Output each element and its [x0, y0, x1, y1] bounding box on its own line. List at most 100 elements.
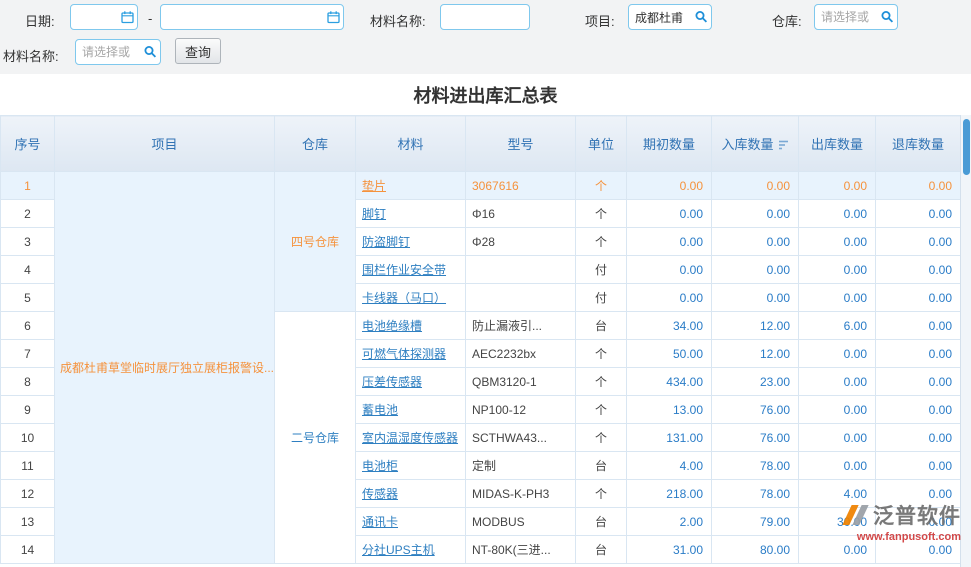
opening-qty-cell: 0.00 — [627, 256, 712, 284]
opening-qty-cell: 2.00 — [627, 508, 712, 536]
unit-cell: 个 — [576, 228, 627, 256]
model-cell — [466, 284, 576, 312]
model-cell: QBM3120-1 — [466, 368, 576, 396]
material-link[interactable]: 电池绝缘槽 — [362, 319, 422, 333]
material-link[interactable]: 传感器 — [362, 487, 398, 501]
opening-qty-cell: 50.00 — [627, 340, 712, 368]
date-start-wrap — [70, 4, 138, 30]
row-seq: 9 — [1, 396, 55, 424]
opening-qty-cell: 218.00 — [627, 480, 712, 508]
material-link[interactable]: 压差传感器 — [362, 375, 422, 389]
material-cell: 通讯卡 — [356, 508, 466, 536]
model-cell — [466, 256, 576, 284]
model-cell: NT-80K(三进... — [466, 536, 576, 564]
scrollbar-thumb[interactable] — [963, 119, 970, 175]
header-unit[interactable]: 单位 — [576, 116, 627, 172]
returned-qty-cell: 0.00 — [876, 340, 961, 368]
outbound-qty-cell: 0.00 — [799, 536, 876, 564]
header-model[interactable]: 型号 — [466, 116, 576, 172]
inbound-qty-cell: 23.00 — [712, 368, 799, 396]
row-seq: 10 — [1, 424, 55, 452]
model-cell: SCTHWA43... — [466, 424, 576, 452]
calendar-icon[interactable] — [326, 10, 341, 25]
material-cell: 脚钉 — [356, 200, 466, 228]
material-name-input[interactable] — [440, 4, 530, 30]
vertical-scrollbar[interactable] — [960, 115, 971, 567]
unit-cell: 个 — [576, 200, 627, 228]
warehouse-select-wrap — [814, 4, 898, 30]
material-link[interactable]: 防盗脚钉 — [362, 235, 410, 249]
material-cell: 压差传感器 — [356, 368, 466, 396]
header-project[interactable]: 项目 — [55, 116, 275, 172]
opening-qty-cell: 34.00 — [627, 312, 712, 340]
unit-cell: 台 — [576, 312, 627, 340]
date-label: 日期: — [25, 11, 55, 30]
inbound-qty-cell: 0.00 — [712, 172, 799, 200]
opening-qty-cell: 13.00 — [627, 396, 712, 424]
row-seq: 8 — [1, 368, 55, 396]
sort-icon[interactable] — [778, 138, 789, 153]
material-link[interactable]: 电池柜 — [362, 459, 398, 473]
header-returned-qty[interactable]: 退库数量 — [876, 116, 961, 172]
table-body: 1成都杜甫草堂临时展厅独立展柜报警设...四号仓库垫片3067616个0.000… — [1, 172, 961, 564]
search-icon[interactable] — [880, 10, 895, 25]
returned-qty-cell: 0.00 — [876, 200, 961, 228]
outbound-qty-cell: 0.00 — [799, 200, 876, 228]
header-opening-qty[interactable]: 期初数量 — [627, 116, 712, 172]
outbound-qty-cell: 0.00 — [799, 340, 876, 368]
material-link[interactable]: 可燃气体探测器 — [362, 347, 446, 361]
material-cell: 卡线器（马口） — [356, 284, 466, 312]
header-material[interactable]: 材料 — [356, 116, 466, 172]
material-cell: 电池柜 — [356, 452, 466, 480]
header-outbound-qty[interactable]: 出库数量 — [799, 116, 876, 172]
opening-qty-cell: 0.00 — [627, 284, 712, 312]
search-icon[interactable] — [694, 10, 709, 25]
material-inout-summary-screen: 日期: - 材料名称: 项目: 仓库: — [0, 0, 971, 567]
outbound-qty-cell: 0.00 — [799, 228, 876, 256]
model-cell: AEC2232bx — [466, 340, 576, 368]
material-link[interactable]: 室内温湿度传感器 — [362, 431, 458, 445]
date-end-input[interactable] — [160, 4, 344, 30]
outbound-qty-cell: 4.00 — [799, 480, 876, 508]
material-cell: 围栏作业安全带 — [356, 256, 466, 284]
header-seq[interactable]: 序号 — [1, 116, 55, 172]
material-link[interactable]: 通讯卡 — [362, 515, 398, 529]
calendar-icon[interactable] — [120, 10, 135, 25]
row-seq: 12 — [1, 480, 55, 508]
inbound-qty-cell: 0.00 — [712, 228, 799, 256]
row-seq: 7 — [1, 340, 55, 368]
material-link[interactable]: 脚钉 — [362, 207, 386, 221]
row-seq: 14 — [1, 536, 55, 564]
model-cell: 3067616 — [466, 172, 576, 200]
opening-qty-cell: 4.00 — [627, 452, 712, 480]
returned-qty-cell: 0.00 — [876, 284, 961, 312]
table-row: 1成都杜甫草堂临时展厅独立展柜报警设...四号仓库垫片3067616个0.000… — [1, 172, 961, 200]
returned-qty-cell: 0.00 — [876, 480, 961, 508]
material-link[interactable]: 围栏作业安全带 — [362, 263, 446, 277]
material-name-second-label: 材料名称: — [3, 46, 59, 65]
query-button[interactable]: 查询 — [175, 38, 221, 64]
unit-cell: 台 — [576, 452, 627, 480]
material-name-label: 材料名称: — [370, 11, 426, 30]
returned-qty-cell: 0.00 — [876, 536, 961, 564]
unit-cell: 付 — [576, 256, 627, 284]
model-cell: MIDAS-K-PH3 — [466, 480, 576, 508]
opening-qty-cell: 0.00 — [627, 200, 712, 228]
unit-cell: 个 — [576, 172, 627, 200]
inbound-qty-cell: 0.00 — [712, 256, 799, 284]
inbound-qty-cell: 0.00 — [712, 284, 799, 312]
unit-cell: 个 — [576, 480, 627, 508]
header-warehouse[interactable]: 仓库 — [275, 116, 356, 172]
material-link[interactable]: 蓄电池 — [362, 403, 398, 417]
search-icon[interactable] — [143, 45, 158, 60]
material-link[interactable]: 卡线器（马口） — [362, 291, 446, 305]
material-cell: 可燃气体探测器 — [356, 340, 466, 368]
header-inbound-qty[interactable]: 入库数量 — [712, 116, 799, 172]
warehouse-label: 仓库: — [772, 11, 802, 30]
date-separator: - — [148, 11, 152, 26]
inbound-qty-cell: 12.00 — [712, 312, 799, 340]
returned-qty-cell: 0.00 — [876, 312, 961, 340]
material-link[interactable]: 垫片 — [362, 179, 386, 193]
inbound-qty-cell: 79.00 — [712, 508, 799, 536]
material-link[interactable]: 分社UPS主机 — [362, 543, 435, 557]
